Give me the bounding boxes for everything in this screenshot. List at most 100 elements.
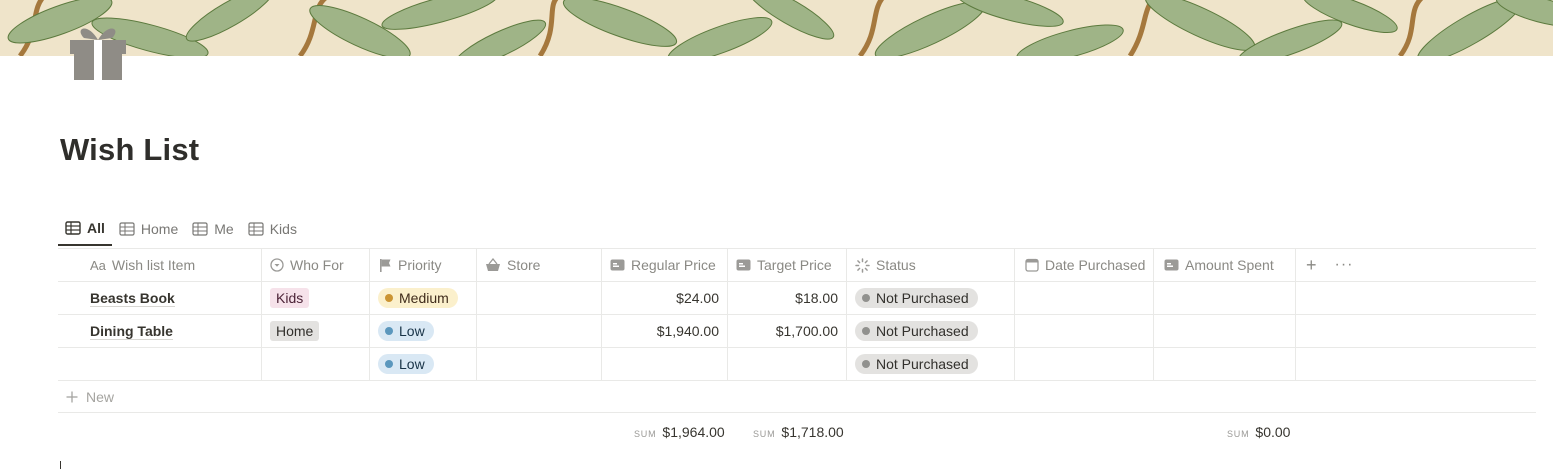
sum-value: $1,718.00 <box>781 424 844 440</box>
column-header-priority[interactable]: Priority <box>370 249 477 281</box>
who-for-cell[interactable]: Home <box>262 315 370 347</box>
status-badge: Not Purchased <box>855 354 978 374</box>
column-label: Regular Price <box>631 257 716 273</box>
column-header-status[interactable]: Status <box>847 249 1015 281</box>
priority-badge: Low <box>378 354 434 374</box>
plus-icon <box>66 391 78 402</box>
tab-home[interactable]: Home <box>112 212 185 246</box>
priority-badge: Medium <box>378 288 458 308</box>
tab-label: Kids <box>269 221 297 237</box>
column-header-store[interactable]: Store <box>477 249 602 281</box>
target-price-cell[interactable]: $1,700.00 <box>728 315 847 347</box>
regular-price-sum[interactable]: SUM $1,964.00 <box>634 424 725 440</box>
priority-label: Low <box>399 323 425 339</box>
who-for-tag: Home <box>270 321 320 341</box>
status-badge: Not Purchased <box>855 288 978 308</box>
priority-dot <box>385 294 393 302</box>
store-cell[interactable] <box>477 348 602 380</box>
priority-dot <box>385 327 393 335</box>
number-icon <box>736 259 751 271</box>
target-price-cell[interactable]: $18.00 <box>728 282 847 314</box>
amount-spent-cell[interactable] <box>1154 348 1296 380</box>
column-header-target-price[interactable]: Target Price <box>728 249 847 281</box>
status-label: Not Purchased <box>876 356 969 372</box>
status-badge: Not Purchased <box>855 321 978 341</box>
column-label: Status <box>876 257 916 273</box>
date-purchased-cell[interactable] <box>1015 348 1154 380</box>
who-for-cell[interactable]: Kids <box>262 282 370 314</box>
cover-image[interactable] <box>0 0 1553 56</box>
basket-icon <box>486 258 500 271</box>
table-row[interactable]: Dining Table Home Low $1,940.00 $1,700.0… <box>58 315 1536 348</box>
new-row-label: New <box>86 388 115 405</box>
priority-badge: Low <box>378 321 434 341</box>
store-cell[interactable] <box>477 315 602 347</box>
status-cell[interactable]: Not Purchased <box>847 348 1015 380</box>
empty-cell <box>1296 348 1536 380</box>
table-row[interactable]: Low Not Purchased <box>58 348 1536 381</box>
date-purchased-cell[interactable] <box>1015 315 1154 347</box>
item-name: Beasts Book <box>90 289 175 307</box>
amount-spent-cell[interactable] <box>1154 315 1296 347</box>
text-aa-icon: Aa <box>90 257 106 273</box>
amount-spent-sum[interactable]: SUM $0.00 <box>1227 424 1290 440</box>
empty-cell <box>1296 282 1536 314</box>
tab-label: Home <box>140 221 179 237</box>
column-label: Store <box>507 257 541 273</box>
flag-icon <box>380 259 391 272</box>
store-cell[interactable] <box>477 282 602 314</box>
priority-label: Medium <box>399 290 449 306</box>
tab-all[interactable]: All <box>58 212 112 246</box>
tab-label: All <box>87 220 105 236</box>
column-label: Target Price <box>757 257 832 273</box>
sum-value: $0.00 <box>1255 424 1291 440</box>
priority-cell[interactable]: Low <box>370 315 477 347</box>
status-cell[interactable]: Not Purchased <box>847 282 1015 314</box>
priority-dot <box>385 360 393 368</box>
text-cursor <box>60 461 61 469</box>
column-header-who-for[interactable]: Who For <box>262 249 370 281</box>
tab-me[interactable]: Me <box>185 212 240 246</box>
regular-price-cell[interactable]: $1,940.00 <box>602 315 728 347</box>
tab-kids[interactable]: Kids <box>241 212 304 246</box>
number-icon <box>610 259 625 271</box>
item-cell[interactable] <box>58 348 262 380</box>
priority-label: Low <box>399 356 425 372</box>
regular-price-cell[interactable] <box>602 348 728 380</box>
more-options-icon[interactable]: ··· <box>1335 257 1354 273</box>
who-for-cell[interactable] <box>262 348 370 380</box>
who-for-tag: Kids <box>270 288 310 308</box>
priority-cell[interactable]: Medium <box>370 282 477 314</box>
page-title[interactable]: Wish List <box>60 132 199 168</box>
table-row[interactable]: Beasts Book Kids Medium $24.00 $18.00 No… <box>58 282 1536 315</box>
status-cell[interactable]: Not Purchased <box>847 315 1015 347</box>
regular-price-cell[interactable]: $24.00 <box>602 282 728 314</box>
calendar-icon <box>1025 258 1039 272</box>
item-cell[interactable]: Dining Table <box>58 315 262 347</box>
status-dot <box>862 327 870 335</box>
item-cell[interactable]: Beasts Book <box>58 282 262 314</box>
status-dot <box>862 294 870 302</box>
sum-value: $1,964.00 <box>662 424 725 440</box>
leaf-pattern <box>0 0 1553 56</box>
sum-label: SUM <box>634 429 657 439</box>
date-purchased-cell[interactable] <box>1015 282 1154 314</box>
sum-label: SUM <box>1227 429 1250 439</box>
priority-cell[interactable]: Low <box>370 348 477 380</box>
column-header-date-purchased[interactable]: Date Purchased <box>1015 249 1154 281</box>
column-header-amount-spent[interactable]: Amount Spent <box>1154 249 1296 281</box>
target-price-sum[interactable]: SUM $1,718.00 <box>753 424 844 440</box>
table-icon <box>192 222 208 236</box>
target-price-cell[interactable] <box>728 348 847 380</box>
add-column-icon[interactable]: + <box>1306 256 1317 274</box>
column-header-item[interactable]: Aa Wish list Item <box>58 249 262 281</box>
column-header-regular-price[interactable]: Regular Price <box>602 249 728 281</box>
add-new-row-button[interactable]: New <box>58 381 1536 413</box>
amount-spent-cell[interactable] <box>1154 282 1296 314</box>
table-header: Aa Wish list Item Who For Priority Store… <box>58 249 1536 282</box>
gift-icon[interactable] <box>68 18 128 82</box>
column-label: Who For <box>290 257 344 273</box>
number-icon <box>1164 259 1179 271</box>
column-label: Amount Spent <box>1185 257 1274 273</box>
empty-cell <box>1296 315 1536 347</box>
